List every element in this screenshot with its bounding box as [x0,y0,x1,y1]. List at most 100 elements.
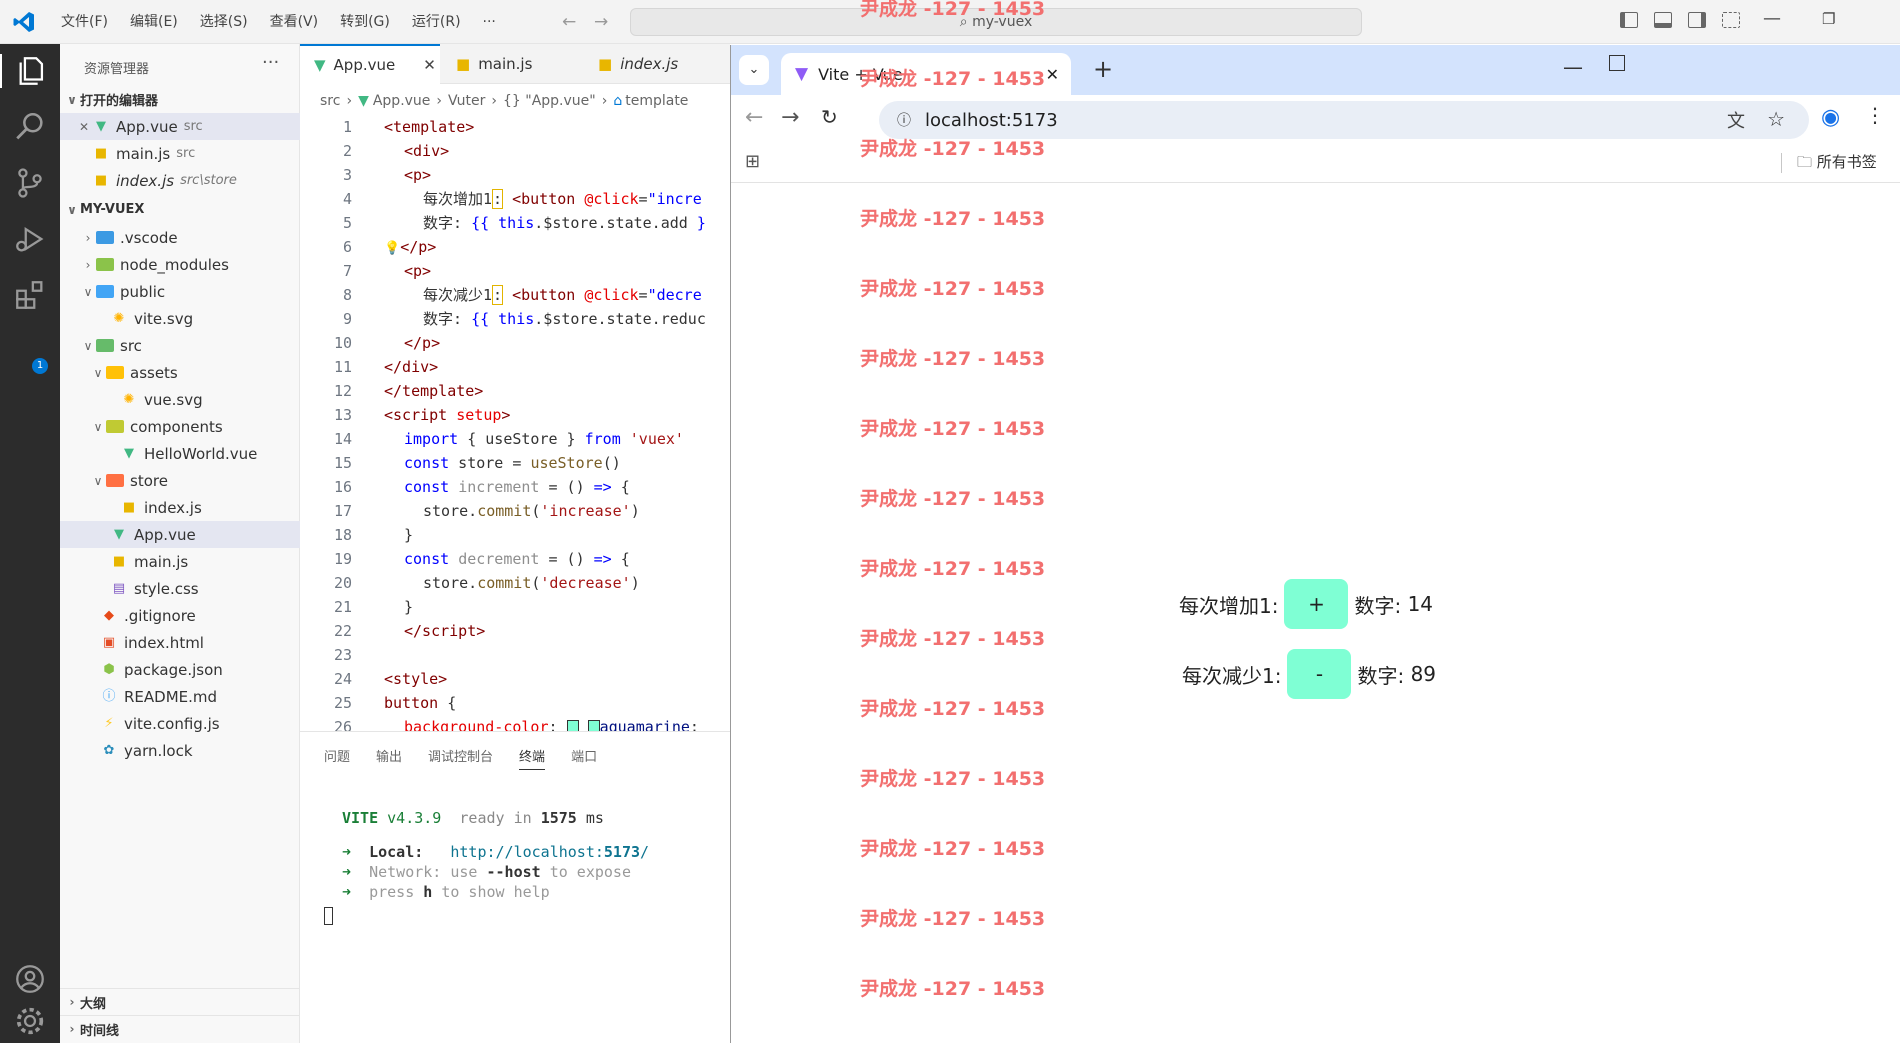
tab-output[interactable]: 输出 [376,746,402,770]
project-header[interactable]: ∨ MY-VUEX [60,196,300,223]
source-control-icon[interactable] [13,166,47,200]
tree-item[interactable]: ✿ yarn.lock [60,737,300,764]
more-actions-icon[interactable]: ··· [262,52,279,73]
close-tab-icon[interactable]: ✕ [1046,65,1059,84]
outline-section[interactable]: › 大纲 [60,988,300,1015]
tree-item[interactable]: ⚡ vite.config.js [60,710,300,737]
toggle-secondary-sidebar-icon[interactable] [1688,12,1706,28]
menu-more[interactable]: ··· [472,0,507,44]
toggle-panel-icon[interactable] [1654,12,1672,28]
tree-item[interactable]: ✺ vite.svg [60,305,300,332]
tree-item[interactable]: ✺ vue.svg [60,386,300,413]
back-arrow-icon[interactable]: ← [562,12,576,32]
breadcrumb-file[interactable]: App.vue [373,93,431,109]
tree-item[interactable]: ∨ public [60,278,300,305]
menu-view[interactable]: 查看(V) [259,0,330,44]
tab-search-icon[interactable]: ⌄ [739,55,769,85]
browser-tab[interactable]: ▼ Vite + Vue ✕ [781,53,1071,95]
new-tab-icon[interactable]: + [1093,55,1113,83]
line-number: 12 [333,382,352,400]
run-debug-icon[interactable] [13,222,47,256]
gear-icon[interactable] [13,1004,47,1038]
account-icon[interactable] [13,962,47,996]
tab-app-vue[interactable]: ▼ App.vue ✕ [300,44,440,84]
tree-item[interactable]: ⬢ package.json [60,656,300,683]
address-bar[interactable]: ⓘ localhost:5173 文 ☆ [879,101,1809,139]
decrement-button[interactable]: - [1287,649,1352,699]
maximize-icon[interactable] [1609,55,1625,71]
folder-src-icon [96,339,114,352]
open-editor-item[interactable]: ■ index.js src\store [60,167,300,194]
tree-item[interactable]: ▣ index.html [60,629,300,656]
customize-layout-icon[interactable] [1722,12,1740,28]
forward-icon[interactable]: → [781,105,799,130]
minimize-icon[interactable]: — [1763,8,1781,29]
menu-go[interactable]: 转到(G) [329,0,401,44]
back-icon[interactable]: ← [745,105,763,130]
tab-ports[interactable]: 端口 [571,746,597,770]
tab-main-js[interactable]: ■ main.js [442,44,582,84]
tab-index-js[interactable]: ■ index.js [584,44,730,84]
tree-item[interactable]: ∨ src [60,332,300,359]
tree-item[interactable]: ∨ assets [60,359,300,386]
command-center[interactable]: ⌕ my-vuex [630,8,1362,36]
vite-version: v4.3.9 [387,809,442,827]
profile-icon[interactable]: ◉ [1821,105,1840,130]
tree-item[interactable]: ■ main.js [60,548,300,575]
js-file-icon: ■ [112,553,126,569]
tree-item[interactable]: ■ index.js [60,494,300,521]
local-url[interactable]: http://localhost:5173/ [450,843,649,861]
toggle-sidebar-icon[interactable] [1620,12,1638,28]
vue-file-icon: ▼ [314,56,326,74]
tree-item[interactable]: ∨ store [60,467,300,494]
code-editor[interactable]: 1 2 3 4 5 6 7 8 9 10 11 12 13 14 15 16 17 18 19 20 21 22 23 24 2… [300,113,730,731]
tree-item[interactable]: ▼ App.vue [60,521,300,548]
tree-item[interactable]: ▼ HelloWorld.vue [60,440,300,467]
extensions-icon[interactable] [13,278,47,312]
tree-item[interactable]: ◆ .gitignore [60,602,300,629]
menu-file[interactable]: 文件(F) [50,0,119,44]
reload-icon[interactable]: ↻ [821,105,838,129]
folder-node-icon [96,258,114,271]
menu-edit[interactable]: 编辑(E) [119,0,189,44]
local-url-base: http://localhost: [450,843,604,861]
menu-run[interactable]: 运行(R) [401,0,472,44]
chevron-right-icon: › [346,93,353,109]
tab-terminal[interactable]: 终端 [519,746,546,770]
restore-icon[interactable]: ❐ [1822,10,1835,28]
tree-item[interactable]: ⓘ README.md [60,683,300,710]
tree-item[interactable]: ∨ components [60,413,300,440]
explorer-icon[interactable] [0,54,60,88]
forward-arrow-icon[interactable]: → [594,12,608,32]
code-line: const decrement = () => { [404,550,630,568]
open-editor-item[interactable]: ✕ ▼ App.vue src [60,113,300,140]
breadcrumb-src[interactable]: src [320,93,340,109]
tree-item[interactable]: ▤ style.css [60,575,300,602]
site-info-icon[interactable]: ⓘ [897,110,911,130]
tree-item[interactable]: › .vscode [60,224,300,251]
code-line: 💡</p> [384,238,437,256]
menu-selection[interactable]: 选择(S) [189,0,259,44]
close-icon[interactable]: ✕ [423,56,436,74]
minimize-icon[interactable]: — [1563,55,1583,79]
translate-icon[interactable]: 文 [1727,107,1745,133]
breadcrumb-vuter[interactable]: Vuter [448,93,485,109]
open-editor-item[interactable]: ■ main.js src [60,140,300,167]
open-editors-header[interactable]: ∨ 打开的编辑器 [60,86,300,113]
lightbulb-icon[interactable]: 💡 [384,241,400,256]
increment-button[interactable]: + [1284,579,1349,629]
breadcrumb-template[interactable]: template [625,93,688,109]
bookmark-star-icon[interactable]: ☆ [1767,107,1785,131]
search-icon[interactable] [13,110,47,144]
apps-grid-icon[interactable]: ⊞ [745,151,760,172]
timeline-section[interactable]: › 时间线 [60,1015,300,1042]
tab-problems[interactable]: 问题 [324,746,350,770]
tree-item[interactable]: › node_modules [60,251,300,278]
breadcrumb-module[interactable]: {} "App.vue" [503,93,596,109]
terminal-cursor[interactable] [324,907,333,925]
close-icon[interactable]: ✕ [76,120,92,134]
tab-debug-console[interactable]: 调试控制台 [428,746,493,770]
line-number: 7 [342,262,352,280]
all-bookmarks-folder[interactable]: 🗀 所有书签 [1797,151,1877,177]
menu-kebab-icon[interactable]: ⋮ [1865,103,1885,127]
